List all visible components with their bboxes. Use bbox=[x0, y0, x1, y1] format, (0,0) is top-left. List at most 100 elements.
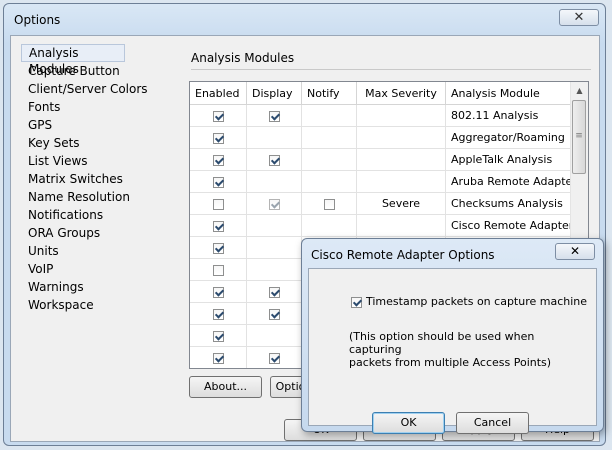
analysis-module-name: Cisco Remote Adapter bbox=[445, 214, 583, 237]
nav-item-capture-button[interactable]: Capture Button bbox=[21, 62, 181, 80]
table-row[interactable]: Cisco Remote Adapter bbox=[190, 214, 583, 237]
enabled-cell bbox=[190, 192, 247, 215]
timestamp-option[interactable]: Timestamp packets on capture machine bbox=[351, 295, 587, 308]
analysis-module-name: AppleTalk Analysis bbox=[445, 148, 583, 171]
nav-item-key-sets[interactable]: Key Sets bbox=[21, 134, 181, 152]
notify-cell bbox=[301, 148, 357, 171]
enabled-cell bbox=[190, 148, 247, 171]
table-row[interactable]: AppleTalk Analysis bbox=[190, 148, 583, 171]
dialog-client-area: Timestamp packets on capture machine (Th… bbox=[308, 268, 597, 434]
enabled-cell bbox=[190, 126, 247, 149]
enabled-checkbox[interactable] bbox=[212, 264, 224, 276]
dialog-cancel-button[interactable]: Cancel bbox=[456, 412, 529, 434]
window-title: Options bbox=[14, 13, 61, 27]
display-checkbox[interactable] bbox=[268, 352, 280, 364]
display-checkbox[interactable] bbox=[268, 198, 280, 210]
display-cell bbox=[246, 280, 302, 303]
display-cell bbox=[246, 148, 302, 171]
enabled-cell bbox=[190, 214, 247, 237]
nav-item-workspace[interactable]: Workspace bbox=[21, 296, 181, 314]
enabled-cell bbox=[190, 346, 247, 368]
enabled-cell bbox=[190, 170, 247, 193]
cisco-remote-adapter-options-dialog: Cisco Remote Adapter Options ✕ Timestamp… bbox=[301, 238, 604, 434]
dialog-note-line-2: packets from multiple Access Points) bbox=[349, 356, 552, 369]
column-header-max-severity[interactable]: Max Severity bbox=[356, 82, 446, 105]
display-checkbox[interactable] bbox=[268, 154, 280, 166]
display-checkbox[interactable] bbox=[268, 286, 280, 298]
display-cell bbox=[246, 302, 302, 325]
enabled-checkbox[interactable] bbox=[212, 220, 224, 232]
nav-item-notifications[interactable]: Notifications bbox=[21, 206, 181, 224]
enabled-cell bbox=[190, 324, 247, 347]
display-cell bbox=[246, 104, 302, 127]
enabled-checkbox[interactable] bbox=[212, 286, 224, 298]
notify-cell bbox=[301, 192, 357, 215]
enabled-checkbox[interactable] bbox=[212, 352, 224, 364]
notify-cell bbox=[301, 170, 357, 193]
table-row[interactable]: Aggregator/Roaming bbox=[190, 126, 583, 149]
timestamp-checkbox[interactable] bbox=[351, 296, 362, 308]
display-cell bbox=[246, 214, 302, 237]
nav-item-fonts[interactable]: Fonts bbox=[21, 98, 181, 116]
dialog-close-icon[interactable]: ✕ bbox=[555, 243, 595, 260]
enabled-checkbox[interactable] bbox=[212, 242, 224, 254]
max-severity-cell bbox=[356, 104, 446, 127]
display-checkbox[interactable] bbox=[268, 110, 280, 122]
section-divider bbox=[191, 69, 591, 70]
display-cell bbox=[246, 324, 302, 347]
column-header-analysis-module[interactable]: Analysis Module bbox=[445, 82, 583, 105]
max-severity-cell bbox=[356, 148, 446, 171]
notify-cell bbox=[301, 126, 357, 149]
enabled-cell bbox=[190, 236, 247, 259]
notify-cell bbox=[301, 104, 357, 127]
max-severity-cell bbox=[356, 126, 446, 149]
notify-cell bbox=[301, 214, 357, 237]
nav-item-voip[interactable]: VoIP bbox=[21, 260, 181, 278]
enabled-checkbox[interactable] bbox=[212, 198, 224, 210]
section-title: Analysis Modules bbox=[191, 51, 295, 65]
nav-item-client-server-colors[interactable]: Client/Server Colors bbox=[21, 80, 181, 98]
column-header-notify[interactable]: Notify bbox=[301, 82, 357, 105]
timestamp-checkbox-label: Timestamp packets on capture machine bbox=[366, 295, 588, 308]
close-icon[interactable]: ✕ bbox=[559, 9, 599, 26]
dialog-note-line-1: (This option should be used when capturi… bbox=[349, 330, 535, 356]
enabled-cell bbox=[190, 258, 247, 281]
enabled-checkbox[interactable] bbox=[212, 330, 224, 342]
table-row[interactable]: Severe Checksums Analysis bbox=[190, 192, 583, 215]
nav-item-analysis-modules[interactable]: Analysis Modules bbox=[21, 44, 125, 76]
max-severity-cell bbox=[356, 170, 446, 193]
max-severity-cell: Severe bbox=[356, 192, 446, 215]
column-header-display[interactable]: Display bbox=[246, 82, 302, 105]
display-checkbox[interactable] bbox=[268, 308, 280, 320]
enabled-cell bbox=[190, 104, 247, 127]
nav-item-gps[interactable]: GPS bbox=[21, 116, 181, 134]
nav-item-ora-groups[interactable]: ORA Groups bbox=[21, 224, 181, 242]
table-row[interactable]: 802.11 Analysis bbox=[190, 104, 583, 127]
enabled-checkbox[interactable] bbox=[212, 308, 224, 320]
display-cell bbox=[246, 192, 302, 215]
dialog-title: Cisco Remote Adapter Options bbox=[311, 248, 495, 262]
enabled-checkbox[interactable] bbox=[212, 132, 224, 144]
analysis-module-name: Aggregator/Roaming bbox=[445, 126, 583, 149]
display-cell bbox=[246, 126, 302, 149]
scroll-thumb[interactable]: ≡ bbox=[572, 100, 586, 174]
scroll-up-icon[interactable]: ▲ bbox=[571, 82, 588, 99]
nav-item-name-resolution[interactable]: Name Resolution bbox=[21, 188, 181, 206]
display-cell bbox=[246, 346, 302, 368]
dialog-ok-button[interactable]: OK bbox=[372, 412, 445, 434]
nav-item-matrix-switches[interactable]: Matrix Switches bbox=[21, 170, 181, 188]
nav-item-units[interactable]: Units bbox=[21, 242, 181, 260]
nav-item-list-views[interactable]: List Views bbox=[21, 152, 181, 170]
enabled-cell bbox=[190, 280, 247, 303]
enabled-checkbox[interactable] bbox=[212, 110, 224, 122]
notify-checkbox[interactable] bbox=[323, 198, 335, 210]
about-button[interactable]: About... bbox=[189, 376, 262, 398]
grid-header-row: Enabled Display Notify Max Severity Anal… bbox=[190, 82, 583, 105]
analysis-module-name: 802.11 Analysis bbox=[445, 104, 583, 127]
table-row[interactable]: Aruba Remote Adapter bbox=[190, 170, 583, 193]
enabled-checkbox[interactable] bbox=[212, 154, 224, 166]
nav-item-warnings[interactable]: Warnings bbox=[21, 278, 181, 296]
enabled-checkbox[interactable] bbox=[212, 176, 224, 188]
column-header-enabled[interactable]: Enabled bbox=[190, 82, 247, 105]
max-severity-cell bbox=[356, 214, 446, 237]
